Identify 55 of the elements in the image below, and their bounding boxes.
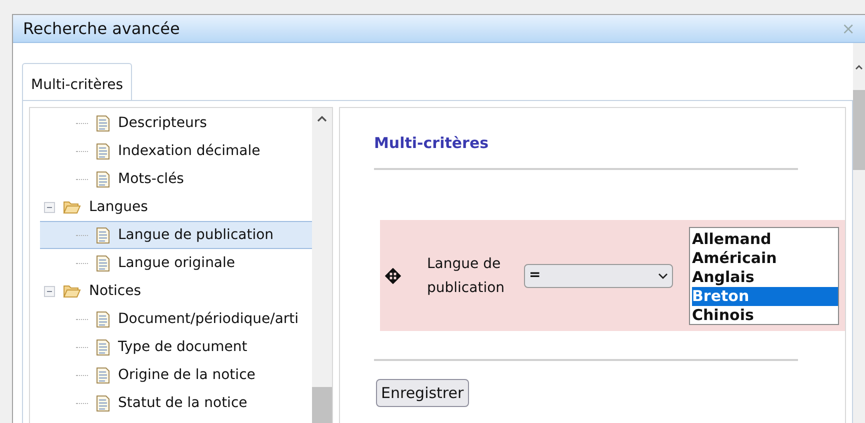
scrollbar[interactable]	[853, 43, 865, 423]
collapse-icon[interactable]	[44, 202, 55, 212]
tree-item[interactable]: Langue de publication	[40, 221, 312, 249]
tree-folder[interactable]: Langues	[40, 193, 312, 221]
folder-icon	[63, 284, 81, 298]
language-listbox[interactable]: Allemand Américain Anglais Breton Chinois	[689, 227, 839, 325]
tree-item[interactable]: Indexation décimale	[40, 137, 312, 165]
document-icon	[96, 226, 110, 244]
folder-icon	[63, 200, 81, 214]
tree-folder[interactable]: Notices	[40, 277, 312, 305]
tree-item[interactable]: Type de document	[40, 333, 312, 361]
document-icon	[96, 310, 110, 328]
list-option[interactable]: Anglais	[692, 268, 838, 287]
scrollbar-thumb[interactable]	[312, 387, 332, 423]
chevron-down-icon	[658, 272, 668, 278]
collapse-icon[interactable]	[44, 286, 55, 296]
document-icon	[96, 338, 110, 356]
document-icon	[96, 170, 110, 188]
move-icon[interactable]	[385, 268, 401, 284]
operator-select[interactable]: =	[524, 264, 673, 288]
list-option[interactable]: Breton	[692, 287, 838, 306]
tree-item[interactable]: Origine de la notice	[40, 361, 312, 389]
scrollbar-thumb[interactable]	[853, 90, 865, 170]
tree-item[interactable]: Statut de la notice	[40, 389, 312, 417]
document-icon	[96, 394, 110, 412]
scrollbar[interactable]	[312, 108, 332, 423]
save-button[interactable]: Enregistrer	[376, 379, 469, 407]
list-option[interactable]: Américain	[692, 249, 838, 268]
list-option[interactable]: Chinois	[692, 306, 838, 324]
panel-title: Multi-critères	[374, 133, 490, 154]
tree-item[interactable]: Langue originale	[40, 249, 312, 277]
tab[interactable]: Multi-critères	[22, 63, 132, 101]
tree-folder-label: Langues	[89, 198, 148, 216]
document-icon	[96, 254, 110, 272]
tree-item-label: Descripteurs	[118, 114, 207, 132]
document-icon	[96, 366, 110, 384]
tree-item[interactable]: Document/périodique/arti	[40, 305, 312, 333]
scroll-up-icon[interactable]	[855, 65, 863, 70]
list-option[interactable]: Allemand	[692, 230, 838, 249]
tree-item-label: Mots-clés	[118, 170, 184, 188]
tree-item[interactable]: Mots-clés	[40, 165, 312, 193]
document-icon	[96, 142, 110, 160]
tree-item-label: Type de document	[118, 338, 248, 356]
scroll-up-icon[interactable]	[317, 116, 327, 122]
tree-item-label: Origine de la notice	[118, 366, 256, 384]
tree-item-label: Statut de la notice	[118, 394, 248, 412]
tree-folder-label: Notices	[89, 282, 142, 300]
criterion-label: Langue de publication	[427, 254, 506, 298]
tree-item[interactable]: Descripteurs	[40, 109, 312, 137]
tree-item-label: Langue originale	[118, 254, 236, 272]
window-title: Recherche avancée	[23, 18, 180, 40]
tree-item-label: Indexation décimale	[118, 142, 260, 160]
document-icon	[96, 114, 110, 132]
tree-item-label: Document/périodique/arti	[118, 310, 299, 328]
tree-item-label: Langue de publication	[118, 226, 274, 244]
